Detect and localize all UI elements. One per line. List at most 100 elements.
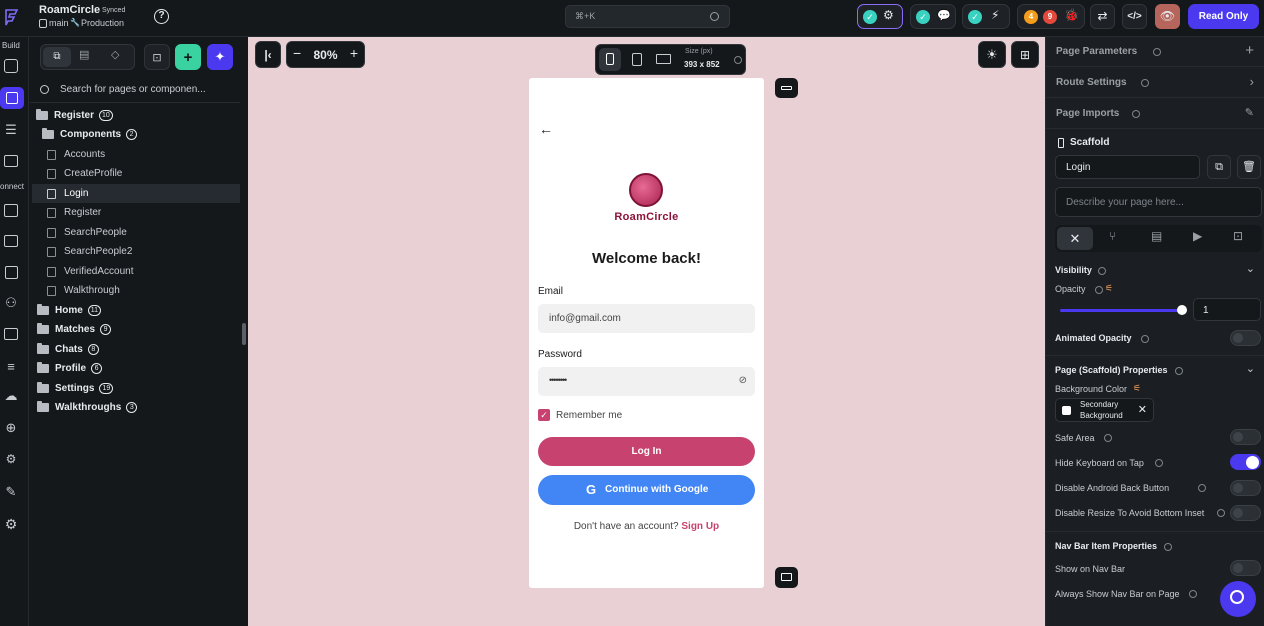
branching-icon[interactable]: ⇄ (1090, 4, 1115, 29)
back-arrow-icon[interactable]: ← (539, 121, 553, 137)
disable-resize-toggle[interactable] (1230, 505, 1261, 521)
safe-area-toggle[interactable] (1230, 429, 1261, 445)
opacity-input[interactable]: 1 (1193, 298, 1261, 321)
chat-status-group[interactable]: ✓ 💬 (910, 4, 956, 29)
global-search-button[interactable]: ⌘+K (565, 5, 730, 28)
page-search-field[interactable]: Search for pages or componen... (30, 79, 240, 103)
delete-page-button[interactable]: 🗑 (1237, 155, 1261, 179)
tree-page-verifiedaccount[interactable]: VerifiedAccount (47, 262, 257, 281)
issues-group[interactable]: 4 9 🐞 (1017, 4, 1085, 29)
storyboard-icon[interactable] (2, 152, 20, 170)
chevron-down-icon[interactable]: ⌄ (1246, 262, 1255, 275)
components-tab-icon[interactable]: ▤ (79, 48, 89, 61)
app-state-icon[interactable] (2, 263, 20, 281)
collapse-panel-button[interactable]: |‹ (255, 41, 281, 68)
tree-page-searchpeople2[interactable]: SearchPeople2 (47, 242, 257, 261)
page-imports-row[interactable]: Page Imports ✎ (1046, 99, 1264, 129)
agent-status-group[interactable]: ✓ ⚙ (857, 4, 903, 29)
tab-backend-query-icon[interactable]: ▤ (1151, 229, 1162, 243)
chevron-down-icon[interactable]: ⌄ (1246, 362, 1255, 375)
tree-page-walkthrough[interactable]: Walkthrough (47, 281, 257, 300)
tree-folder-profile[interactable]: Profile 6 (37, 359, 247, 378)
clear-icon[interactable]: ✕ (1138, 403, 1147, 416)
desktop-device-icon[interactable] (656, 54, 671, 64)
tree-folder-home[interactable]: Home 11 (37, 301, 247, 320)
tab-properties-icon[interactable]: ✕ (1057, 227, 1093, 250)
variable-icon[interactable]: ⚟ (1105, 283, 1113, 294)
api-calls-icon[interactable]: ⊕ (2, 419, 20, 437)
theme-toggle-button[interactable]: ☀ (978, 41, 1006, 68)
page-description-input[interactable]: Describe your page here... (1055, 187, 1262, 217)
info-icon[interactable] (734, 56, 742, 64)
duplicate-page-button[interactable]: ⧉ (1207, 155, 1231, 179)
password-field[interactable]: •••••••• ⊘ (538, 367, 755, 396)
background-color-picker[interactable]: Secondary Background ✕ (1055, 398, 1154, 422)
theme-list-icon[interactable]: ≡ (2, 357, 20, 375)
eye-off-icon[interactable]: ⊘ (739, 375, 747, 386)
tablet-device-icon[interactable] (632, 53, 642, 66)
tree-folder-chats[interactable]: Chats 8 (37, 340, 247, 359)
branch-name[interactable]: main (49, 18, 69, 28)
tree-folder-register[interactable]: Register 10 (36, 106, 246, 125)
settings-gear-icon[interactable]: ⚙ (2, 515, 20, 533)
tree-folder-components[interactable]: Components 2 (42, 125, 252, 144)
edit-pencil-icon[interactable]: ✎ (1245, 106, 1254, 119)
disable-android-back-toggle[interactable] (1230, 480, 1261, 496)
components-icon[interactable]: ⚇ (2, 294, 20, 312)
zoom-out-button[interactable]: − (293, 45, 301, 61)
animated-opacity-toggle[interactable] (1230, 330, 1261, 346)
add-page-button[interactable]: + (175, 44, 201, 70)
tree-page-searchpeople[interactable]: SearchPeople (47, 223, 257, 242)
opacity-slider-thumb[interactable] (1177, 305, 1187, 315)
email-field[interactable]: info@gmail.com (538, 304, 755, 333)
widget-tree-icon[interactable]: ☰ (2, 121, 20, 139)
action-status-group[interactable]: ✓ ⚡ (962, 4, 1010, 29)
pages-tab-icon[interactable]: ⧉ (43, 47, 71, 67)
code-icon[interactable]: </> (1122, 4, 1147, 29)
read-only-button[interactable]: Read Only (1188, 4, 1259, 29)
login-button[interactable]: Log In (538, 437, 755, 466)
zoom-in-button[interactable]: + (350, 45, 358, 61)
add-widget-icon[interactable] (2, 57, 20, 75)
tab-animations-icon[interactable]: ▶ (1193, 229, 1202, 243)
support-chat-button[interactable] (1220, 581, 1256, 617)
add-parameter-icon[interactable]: + (1245, 42, 1254, 59)
tree-folder-walkthroughs[interactable]: Walkthroughs 3 (37, 398, 247, 417)
canvas-layout-button[interactable]: ⊞ (1011, 41, 1039, 68)
page-selector-icon[interactable] (0, 87, 24, 109)
page-parameters-row[interactable]: Page Parameters + (1046, 37, 1264, 67)
project-name[interactable]: RoamCircle (39, 4, 100, 16)
media-assets-icon[interactable] (2, 325, 20, 343)
hide-keyboard-toggle[interactable] (1230, 454, 1261, 470)
tree-folder-matches[interactable]: Matches 9 (37, 320, 247, 339)
page-name-input[interactable]: Login (1055, 155, 1200, 179)
cloud-functions-icon[interactable]: ☁ (2, 387, 20, 405)
flutterflow-logo-icon[interactable] (3, 7, 21, 27)
ai-generate-button[interactable]: ✦ (207, 44, 233, 70)
data-types-icon[interactable] (2, 232, 20, 250)
phone-device-icon[interactable] (599, 48, 621, 71)
templates-tab-icon[interactable]: ◇ (111, 48, 119, 61)
opacity-slider[interactable] (1060, 305, 1187, 315)
tree-page-createprofile[interactable]: CreateProfile (47, 164, 257, 183)
route-settings-row[interactable]: Route Settings › (1046, 68, 1264, 98)
tab-actions-icon[interactable]: ⑂ (1109, 229, 1116, 243)
panel-resize-handle[interactable] (242, 323, 246, 345)
canvas-bottom-handle-icon[interactable] (775, 567, 798, 588)
preview-eye-icon[interactable]: 👁 (1155, 4, 1180, 29)
tree-page-accounts[interactable]: Accounts (47, 145, 257, 164)
help-icon[interactable]: ? (154, 9, 169, 24)
canvas-top-handle-icon[interactable] (775, 78, 798, 98)
tests-icon[interactable]: ✎ (2, 483, 20, 501)
signup-link[interactable]: Sign Up (681, 521, 719, 532)
agents-icon[interactable]: ⚙ (2, 450, 20, 468)
google-signin-button[interactable]: G Continue with Google (538, 475, 755, 505)
tree-folder-settings[interactable]: Settings 19 (37, 379, 247, 398)
tab-page-state-icon[interactable]: ⊡ (1233, 229, 1243, 243)
variable-icon[interactable]: ⚟ (1133, 383, 1141, 394)
environment-name[interactable]: Production (81, 18, 124, 28)
firestore-icon[interactable] (2, 201, 20, 219)
tree-page-login-selected[interactable]: Login (32, 184, 240, 203)
tree-page-register[interactable]: Register (47, 203, 257, 222)
remember-me-checkbox[interactable]: ✓ (538, 409, 550, 421)
